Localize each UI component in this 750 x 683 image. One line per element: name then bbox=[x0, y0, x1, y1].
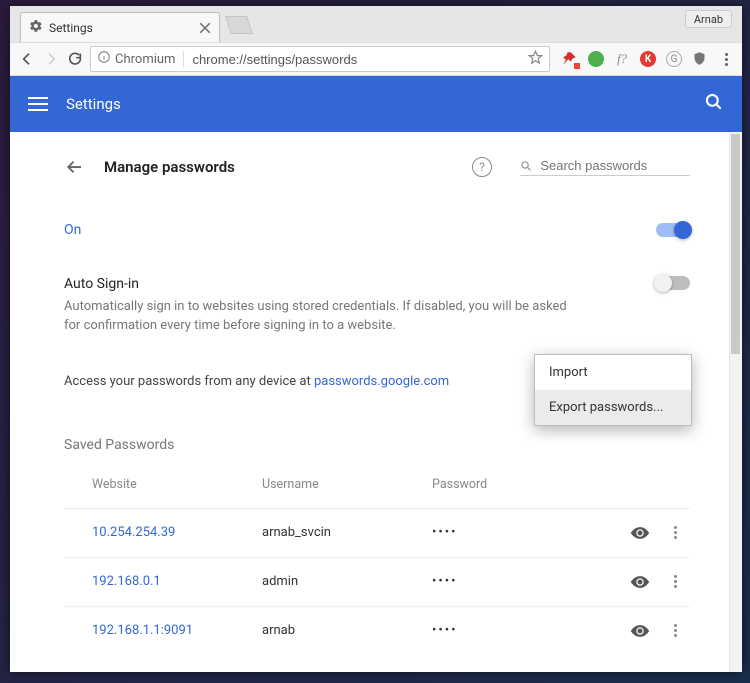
passwords-more-menu: Import Export passwords... bbox=[534, 354, 692, 426]
browser-toolbar: Chromium f? K G bbox=[10, 42, 742, 76]
auto-signin-desc: Automatically sign in to websites using … bbox=[64, 298, 584, 336]
row-more-button[interactable] bbox=[660, 526, 690, 539]
settings-header-title: Settings bbox=[66, 95, 704, 113]
close-icon[interactable] bbox=[199, 22, 211, 34]
extension-green-icon[interactable] bbox=[588, 51, 604, 67]
profile-chip[interactable]: Arnab bbox=[685, 10, 732, 28]
titlebar: Settings Arnab bbox=[10, 6, 742, 42]
back-button[interactable] bbox=[18, 50, 36, 68]
extension-f-icon[interactable]: f? bbox=[614, 51, 630, 67]
saved-passwords-title: Saved Passwords bbox=[64, 437, 690, 453]
scrollbar-thumb[interactable] bbox=[731, 134, 740, 354]
col-username: Username bbox=[262, 477, 432, 492]
site-link[interactable]: 192.168.0.1 bbox=[92, 574, 161, 589]
password-search-input[interactable] bbox=[540, 158, 690, 173]
hamburger-menu-button[interactable] bbox=[28, 97, 48, 111]
passwords-google-link[interactable]: passwords.google.com bbox=[314, 374, 449, 389]
extension-g-icon[interactable]: G bbox=[666, 51, 682, 67]
col-password: Password bbox=[432, 477, 690, 492]
site-link[interactable]: 192.168.1.1:9091 bbox=[92, 623, 193, 638]
new-tab-button[interactable] bbox=[225, 16, 253, 34]
reveal-password-button[interactable] bbox=[620, 523, 660, 543]
table-row: 192.168.0.1 admin •••• bbox=[64, 557, 690, 606]
reveal-password-button[interactable] bbox=[620, 621, 660, 641]
offer-save-toggle[interactable] bbox=[656, 223, 690, 237]
tab-title: Settings bbox=[49, 21, 193, 35]
row-more-button[interactable] bbox=[660, 575, 690, 588]
menu-import[interactable]: Import bbox=[535, 355, 691, 390]
table-row: 192.168.1.1:9091 arnab •••• bbox=[64, 606, 690, 655]
extension-k-icon[interactable]: K bbox=[640, 51, 656, 67]
col-website: Website bbox=[92, 477, 262, 492]
settings-search-button[interactable] bbox=[704, 92, 724, 116]
table-row: 10.254.254.39 arnab_svcin •••• bbox=[64, 508, 690, 557]
scrollbar[interactable] bbox=[729, 132, 742, 672]
url-input[interactable] bbox=[192, 52, 524, 67]
auto-signin-title: Auto Sign-in bbox=[64, 276, 656, 292]
on-label: On bbox=[64, 222, 656, 238]
page-header: Manage passwords ? bbox=[64, 150, 690, 178]
gear-icon bbox=[29, 19, 43, 37]
reload-button[interactable] bbox=[66, 50, 84, 68]
omnibox-browser-label: Chromium bbox=[115, 52, 175, 67]
extension-icons: f? K G bbox=[556, 51, 734, 67]
browser-window: Settings Arnab Chromium bbox=[10, 6, 742, 672]
row-more-button[interactable] bbox=[660, 624, 690, 637]
row-username: admin bbox=[262, 574, 432, 589]
menu-export[interactable]: Export passwords... bbox=[535, 390, 691, 425]
bookmark-star-icon[interactable] bbox=[528, 50, 543, 69]
reveal-password-button[interactable] bbox=[620, 572, 660, 592]
help-icon[interactable]: ? bbox=[472, 157, 492, 177]
row-username: arnab bbox=[262, 623, 432, 638]
extension-shield-icon[interactable] bbox=[692, 51, 708, 67]
auto-signin-toggle[interactable] bbox=[656, 276, 690, 290]
extension-pin-icon[interactable] bbox=[562, 51, 578, 67]
offer-save-row: On bbox=[64, 206, 690, 254]
address-bar[interactable]: Chromium bbox=[90, 46, 550, 72]
row-password: •••• bbox=[432, 574, 620, 589]
column-headers: Website Username Password bbox=[64, 477, 690, 508]
page-back-button[interactable] bbox=[64, 156, 86, 178]
page-title: Manage passwords bbox=[104, 158, 454, 176]
settings-header: Settings bbox=[10, 76, 742, 132]
forward-button[interactable] bbox=[42, 50, 60, 68]
row-password: •••• bbox=[432, 525, 620, 540]
browser-menu-button[interactable] bbox=[718, 53, 734, 66]
password-search[interactable] bbox=[520, 158, 690, 176]
site-info-icon[interactable] bbox=[97, 50, 111, 68]
auto-signin-row: Auto Sign-in Automatically sign in to we… bbox=[64, 254, 690, 352]
row-username: arnab_svcin bbox=[262, 525, 432, 540]
search-icon bbox=[520, 159, 532, 173]
browser-tab[interactable]: Settings bbox=[20, 12, 220, 42]
site-link[interactable]: 10.254.254.39 bbox=[92, 525, 175, 540]
row-password: •••• bbox=[432, 623, 620, 638]
